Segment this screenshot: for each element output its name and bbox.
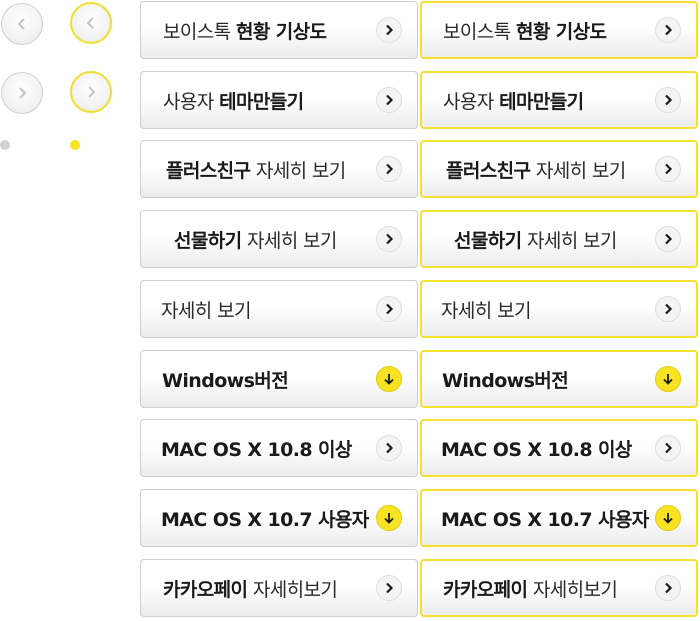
button-label-part: MAC OS X 10.8 이상 bbox=[441, 438, 632, 461]
button-label: MAC OS X 10.8 이상 bbox=[161, 435, 352, 462]
button-label-part: Windows버전 bbox=[442, 369, 569, 392]
arrow-right-icon bbox=[655, 156, 681, 182]
download-icon bbox=[655, 505, 681, 531]
link-button-2[interactable]: 사용자 테마만들기 bbox=[140, 71, 418, 129]
link-button-3[interactable]: 플러스친구 자세히 보기 bbox=[140, 140, 418, 198]
button-label: 자세히 보기 bbox=[161, 296, 251, 323]
button-label-part: 보이스톡 bbox=[163, 20, 236, 43]
link-button-4[interactable]: 선물하기 자세히 보기 bbox=[140, 210, 418, 268]
button-label-part: MAC OS X 10.7 사용자 bbox=[161, 508, 369, 531]
prev-button[interactable] bbox=[1, 3, 43, 45]
button-label-part: Windows버전 bbox=[162, 369, 289, 392]
button-label: 선물하기 자세히 보기 bbox=[454, 226, 617, 253]
arrow-right-icon bbox=[655, 226, 681, 252]
button-label: 사용자 테마만들기 bbox=[443, 87, 584, 114]
link-button-7[interactable]: MAC OS X 10.8 이상 bbox=[140, 419, 418, 477]
download-icon bbox=[376, 505, 402, 531]
button-label: 사용자 테마만들기 bbox=[163, 87, 304, 114]
link-button-1[interactable]: 보이스톡 현황 기상도 bbox=[140, 1, 418, 59]
button-label-part: 사용자 bbox=[163, 90, 220, 113]
arrow-right-icon bbox=[376, 87, 402, 113]
arrow-right-icon bbox=[655, 87, 681, 113]
link-button-9[interactable]: 카카오페이 자세히보기 bbox=[140, 559, 418, 617]
button-label-part: 플러스친구 bbox=[446, 159, 531, 182]
button-label-part: 사용자 bbox=[443, 90, 500, 113]
button-label-part: 카카오페이 bbox=[163, 578, 248, 601]
button-label-part: 플러스친구 bbox=[166, 159, 251, 182]
button-label-part: 자세히 보기 bbox=[530, 159, 626, 182]
next-button-hover[interactable] bbox=[70, 71, 112, 113]
button-label: 플러스친구 자세히 보기 bbox=[446, 156, 626, 183]
button-label-part: 테마만들기 bbox=[499, 90, 584, 113]
button-label: MAC OS X 10.8 이상 bbox=[441, 435, 632, 462]
button-label: 보이스톡 현황 기상도 bbox=[443, 17, 607, 44]
link-button-5[interactable]: 자세히 보기 bbox=[140, 280, 418, 338]
button-label: Windows버전 bbox=[162, 366, 289, 393]
button-label-part: 테마만들기 bbox=[219, 90, 304, 113]
hover-link-button-2[interactable]: 사용자 테마만들기 bbox=[420, 71, 698, 129]
button-label-part: 현황 기상도 bbox=[515, 20, 607, 43]
hover-link-button-5[interactable]: 자세히 보기 bbox=[420, 280, 698, 338]
button-label: MAC OS X 10.7 사용자 bbox=[441, 505, 649, 532]
button-label-part: 자세히보기 bbox=[247, 578, 338, 601]
chevron-left-icon bbox=[86, 17, 94, 29]
arrow-right-icon bbox=[655, 435, 681, 461]
button-label: 플러스친구 자세히 보기 bbox=[166, 156, 346, 183]
hover-link-button-3[interactable]: 플러스친구 자세히 보기 bbox=[420, 140, 698, 198]
download-icon bbox=[655, 366, 681, 392]
button-label: Windows버전 bbox=[442, 366, 569, 393]
download-icon bbox=[376, 366, 402, 392]
hover-link-button-4[interactable]: 선물하기 자세히 보기 bbox=[420, 210, 698, 268]
hover-link-button-9[interactable]: 카카오페이 자세히보기 bbox=[420, 559, 698, 617]
arrow-right-icon bbox=[376, 575, 402, 601]
button-label-part: 자세히보기 bbox=[527, 578, 618, 601]
button-label-part: 자세히 보기 bbox=[521, 229, 617, 252]
chevron-right-icon bbox=[19, 87, 27, 99]
next-button[interactable] bbox=[1, 72, 43, 114]
button-label-part: 자세히 보기 bbox=[241, 229, 337, 252]
button-label: MAC OS X 10.7 사용자 bbox=[161, 505, 369, 532]
button-label: 보이스톡 현황 기상도 bbox=[163, 17, 327, 44]
button-label-part: 자세히 보기 bbox=[441, 299, 531, 322]
hover-link-button-6[interactable]: Windows버전 bbox=[420, 350, 698, 408]
page-indicator-inactive[interactable] bbox=[0, 140, 10, 150]
arrow-right-icon bbox=[376, 435, 402, 461]
button-label-part: MAC OS X 10.7 사용자 bbox=[441, 508, 649, 531]
hover-link-button-8[interactable]: MAC OS X 10.7 사용자 bbox=[420, 489, 698, 547]
button-label: 자세히 보기 bbox=[441, 296, 531, 323]
button-label-part: MAC OS X 10.8 이상 bbox=[161, 438, 352, 461]
button-label-part: 자세히 보기 bbox=[250, 159, 346, 182]
arrow-right-icon bbox=[655, 575, 681, 601]
prev-button-hover[interactable] bbox=[70, 2, 112, 44]
hover-link-button-7[interactable]: MAC OS X 10.8 이상 bbox=[420, 419, 698, 477]
arrow-right-icon bbox=[655, 17, 681, 43]
button-label-part: 자세히 보기 bbox=[161, 299, 251, 322]
link-button-8[interactable]: MAC OS X 10.7 사용자 bbox=[140, 489, 418, 547]
arrow-right-icon bbox=[655, 296, 681, 322]
button-label-part: 선물하기 bbox=[174, 229, 242, 252]
button-label: 선물하기 자세히 보기 bbox=[174, 226, 337, 253]
button-label: 카카오페이 자세히보기 bbox=[443, 575, 618, 602]
button-label-part: 카카오페이 bbox=[443, 578, 528, 601]
button-label-part: 선물하기 bbox=[454, 229, 522, 252]
button-label-part: 보이스톡 bbox=[443, 20, 516, 43]
arrow-right-icon bbox=[376, 226, 402, 252]
button-label: 카카오페이 자세히보기 bbox=[163, 575, 338, 602]
hover-link-button-1[interactable]: 보이스톡 현황 기상도 bbox=[420, 1, 698, 59]
arrow-right-icon bbox=[376, 296, 402, 322]
arrow-right-icon bbox=[376, 17, 402, 43]
chevron-left-icon bbox=[17, 18, 25, 30]
button-label-part: 현황 기상도 bbox=[235, 20, 327, 43]
arrow-right-icon bbox=[376, 156, 402, 182]
page-indicator-active[interactable] bbox=[70, 140, 80, 150]
link-button-6[interactable]: Windows버전 bbox=[140, 350, 418, 408]
chevron-right-icon bbox=[88, 86, 96, 98]
